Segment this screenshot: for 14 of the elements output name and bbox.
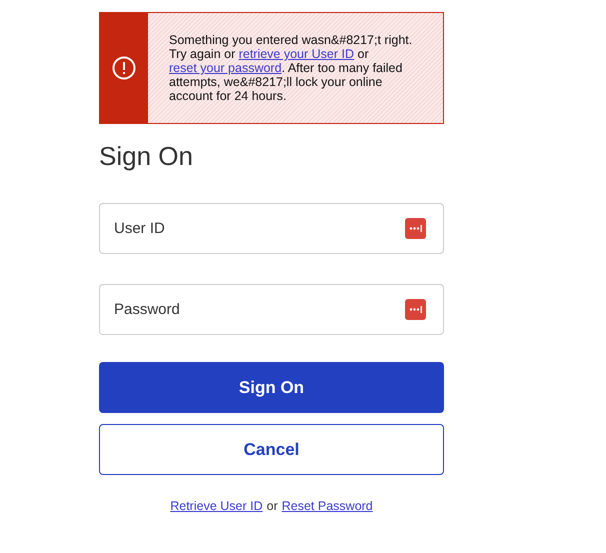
sign-on-button[interactable]: Sign On: [99, 362, 444, 413]
footer-text: or: [266, 499, 278, 513]
cancel-button[interactable]: Cancel: [99, 424, 444, 475]
inline-link[interactable]: reset your password: [169, 61, 282, 75]
footer-link[interactable]: Retrieve User ID: [170, 499, 263, 513]
page-title: Sign On: [99, 140, 194, 172]
footer-link[interactable]: Reset Password: [282, 499, 373, 513]
input-field[interactable]: User ID: [99, 203, 444, 254]
input-field[interactable]: Password: [99, 284, 444, 335]
password-manager-icon[interactable]: [405, 218, 426, 239]
exclamation-icon: [112, 56, 136, 80]
inline-link[interactable]: retrieve your User ID: [238, 47, 354, 61]
password-manager-icon[interactable]: [405, 299, 426, 320]
error-message: Something you entered wasn&#8217;t right. Try again or retrieve your User ID or reset your password. After too many failed attempts, we&#8217;ll lock your online account for 24 hours.: [168, 33, 414, 103]
